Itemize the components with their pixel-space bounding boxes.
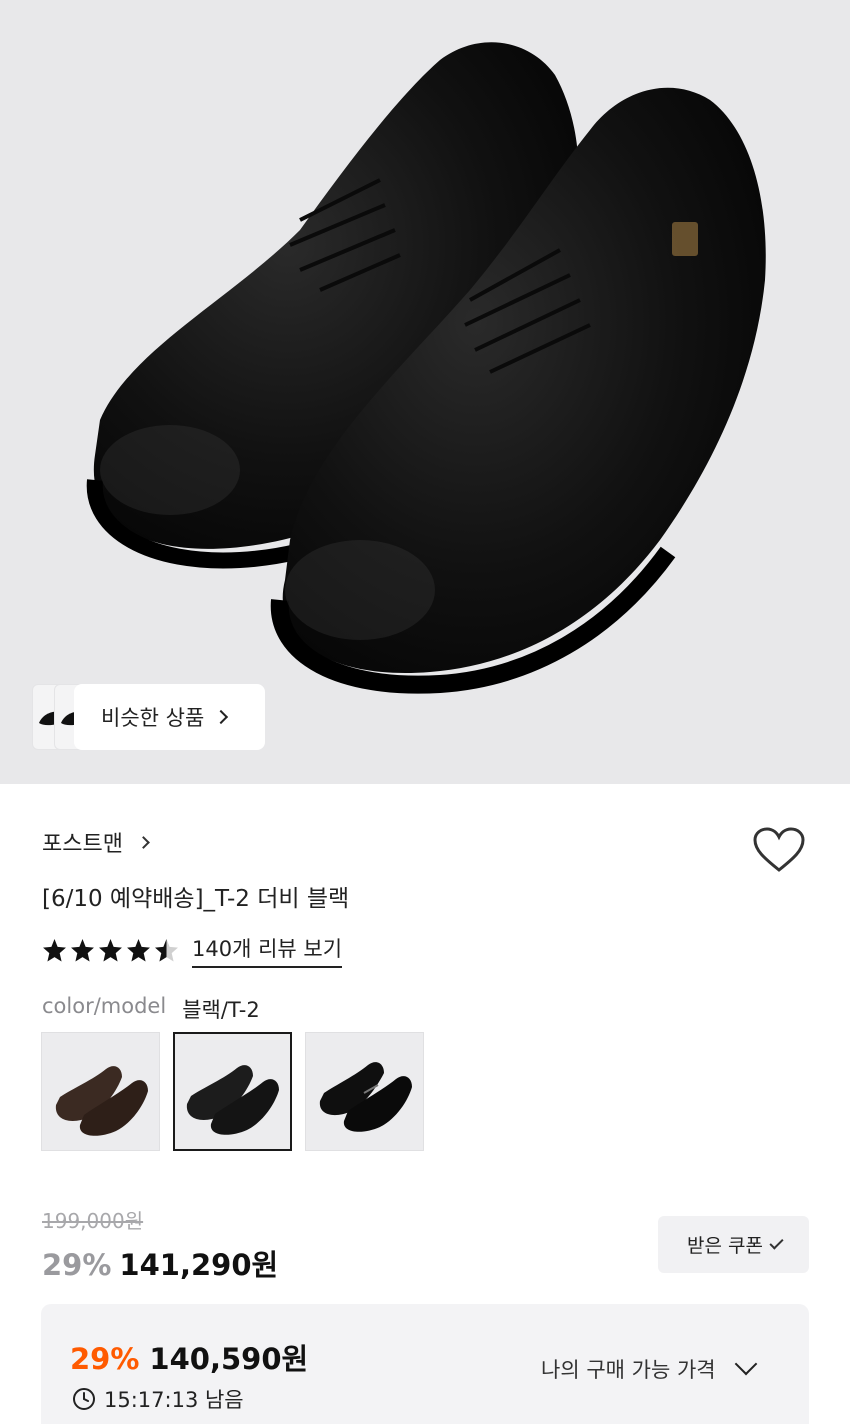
rating-stars xyxy=(42,938,182,963)
my-price-toggle-label: 나의 구매 가능 가격 xyxy=(541,1358,716,1382)
price-row: 29% 141,290원 xyxy=(42,1242,278,1284)
shoes-image xyxy=(86,42,766,694)
my-price-row: 29% 140,590원 xyxy=(70,1336,308,1378)
my-price-toggle[interactable]: 나의 구매 가능 가격 xyxy=(541,1352,757,1384)
original-price: 199,000원 xyxy=(42,1209,144,1233)
swatch-black-glossy[interactable] xyxy=(305,1032,424,1151)
clock-icon xyxy=(73,1388,95,1410)
heart-icon[interactable] xyxy=(752,826,806,874)
chevron-right-icon xyxy=(214,709,229,725)
discount-rate: 29% xyxy=(42,1248,112,1282)
star-icon xyxy=(99,938,122,961)
similar-products-button[interactable]: 비슷한 상품 xyxy=(74,684,265,750)
check-icon xyxy=(769,1235,784,1250)
timer-text: 15:17:13 남음 xyxy=(104,1388,244,1412)
coupon-label: 받은 쿠폰 xyxy=(687,1235,763,1257)
star-icon xyxy=(43,938,66,961)
swatch-black[interactable] xyxy=(173,1032,292,1151)
star-icon xyxy=(127,938,150,961)
product-image[interactable]: 비슷한 상품 xyxy=(0,0,850,784)
similar-products-label: 비슷한 상품 xyxy=(101,706,205,730)
product-title: [6/10 예약배송]_T-2 더비 블랙 xyxy=(42,886,350,912)
color-value: 블랙/T-2 xyxy=(182,998,260,1022)
coupon-button[interactable]: 받은 쿠폰 xyxy=(658,1216,809,1273)
brand-name: 포스트맨 xyxy=(42,832,123,857)
color-swatches xyxy=(41,1032,437,1151)
rating-row: 140개 리뷰 보기 xyxy=(42,933,343,968)
color-label: color/model xyxy=(42,994,167,1018)
color-option-row: color/model 블랙/T-2 xyxy=(42,994,260,1024)
swatch-brown[interactable] xyxy=(41,1032,160,1151)
timer-row: 15:17:13 남음 xyxy=(72,1384,244,1414)
chevron-down-icon xyxy=(734,1352,757,1376)
my-price-box[interactable]: 29% 140,590원 15:17:13 남음 나의 구매 가능 가격 xyxy=(41,1304,809,1424)
brand-link[interactable]: 포스트맨 xyxy=(42,826,150,858)
half-star-icon xyxy=(155,938,178,961)
review-link[interactable]: 140개 리뷰 보기 xyxy=(192,933,343,968)
chevron-right-icon xyxy=(137,835,150,849)
my-discount-rate: 29% xyxy=(70,1342,140,1376)
sale-price: 141,290원 xyxy=(119,1248,279,1282)
my-price: 140,590원 xyxy=(149,1342,309,1376)
star-icon xyxy=(71,938,94,961)
